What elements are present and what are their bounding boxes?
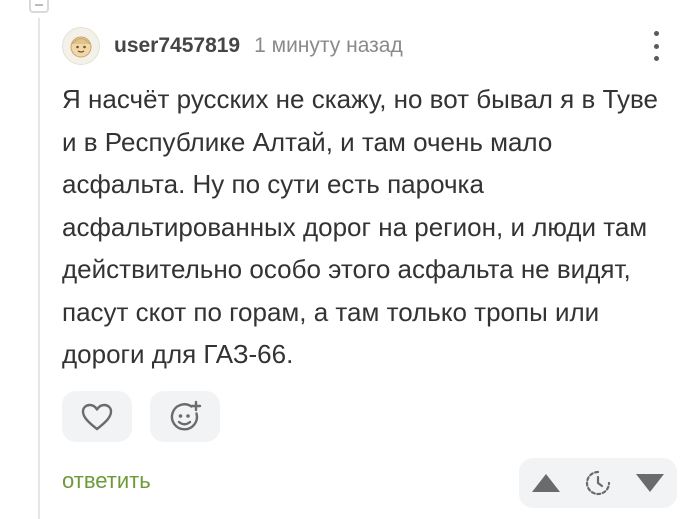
comment-timestamp: 1 минуту назад [254,34,403,57]
comment-header: user7457819 1 минуту назад [62,26,403,66]
collapse-thread-button[interactable] [29,0,49,13]
thread-line [38,18,40,519]
rating-hidden-clock-icon [585,470,611,496]
downvote-button[interactable] [634,472,666,494]
more-options-button[interactable] [642,29,670,63]
more-vertical-icon-dot [653,43,659,49]
like-button[interactable] [62,391,132,442]
more-vertical-icon-dot [653,31,659,36]
downvote-arrow-icon [636,474,664,492]
upvote-arrow-icon [532,474,560,492]
reply-link[interactable]: ответить [62,468,151,494]
upvote-button[interactable] [530,472,562,494]
avatar[interactable] [62,27,100,65]
comment-text: Я насчёт русских не скажу, но вот бывал … [62,84,658,369]
heart-icon [81,403,113,430]
vote-controls [519,458,677,508]
username[interactable]: user7457819 [114,34,240,58]
avatar-face-icon [70,36,92,58]
more-vertical-icon-dot [653,56,659,61]
add-reaction-icon [170,400,202,431]
add-reaction-button[interactable] [150,391,220,442]
rating-hidden-indicator[interactable] [584,469,612,497]
